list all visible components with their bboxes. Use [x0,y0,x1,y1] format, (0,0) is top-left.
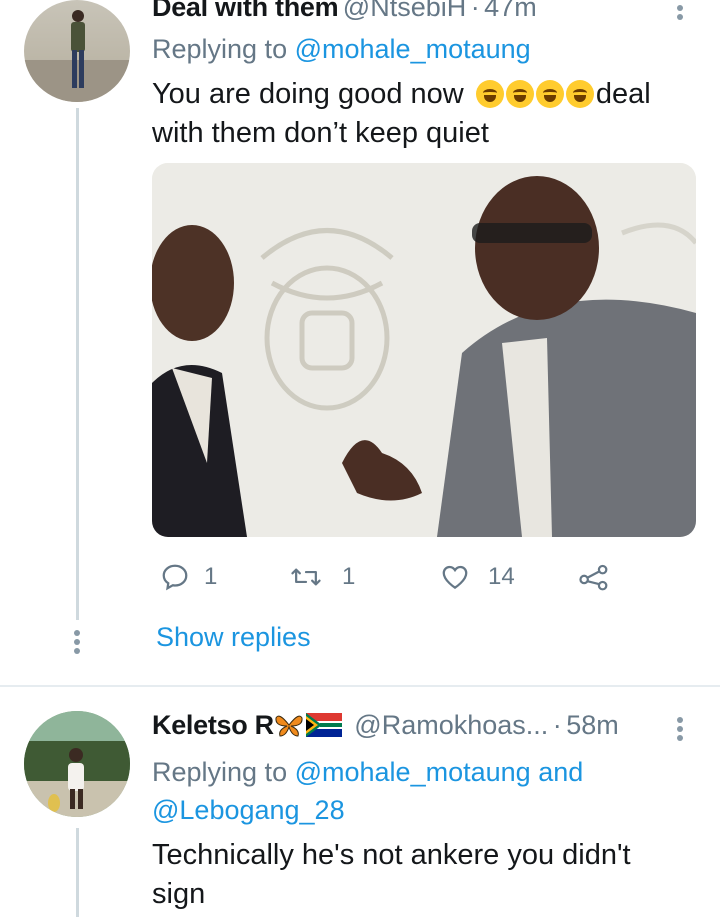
replying-prefix: Replying to [152,34,288,64]
timestamp[interactable]: 58m [566,710,619,740]
tweet-text-part2: deal [595,78,651,110]
timestamp[interactable]: 47m [484,0,537,22]
retweet-button[interactable]: 1 [290,562,355,592]
replying-prefix: Replying to [152,757,288,787]
display-name[interactable]: Keletso R [152,710,274,740]
thread-line [76,108,79,620]
butterfly-emoji-icon [275,715,303,737]
reply-button[interactable]: 1 [160,562,217,592]
tweet-media-image[interactable] [152,163,696,537]
more-options-icon[interactable] [676,714,684,744]
display-name[interactable]: Deal with them [152,0,339,22]
reply-count: 1 [204,563,218,590]
separator: · [470,0,480,22]
retweet-icon [291,568,321,586]
more-options-icon[interactable] [676,2,684,23]
avatar[interactable] [24,711,130,817]
avatar[interactable] [24,0,130,102]
heart-icon [442,565,468,589]
tweet-text: You are doing good now deal with them do… [152,75,651,153]
handle[interactable]: @NtsebiH [343,0,466,22]
south-africa-flag-icon [305,713,342,737]
replying-to: Replying to @mohale_motaung and @Lebogan… [152,753,692,829]
mention-link[interactable]: @Lebogang_28 [152,795,345,825]
tweet-header: Keletso R @Ramokhoas... · 58m [152,710,619,741]
divider [0,685,720,687]
tweet-text: Technically he's not ankere you didn't s… [152,836,631,914]
like-count: 14 [488,563,515,590]
emoji-rofl-icon [475,78,596,110]
separator: · [552,710,562,740]
retweet-count: 1 [342,563,356,590]
thread-line [76,828,79,917]
tweet-text-line2: with them don’t keep quiet [152,117,489,149]
replying-to: Replying to @mohale_motaung [152,34,531,65]
share-icon [579,564,608,591]
tweet-text-line2: sign [152,878,206,910]
like-button[interactable]: 14 [440,562,515,592]
tweet-header: Deal with them @NtsebiH · 47m [152,0,537,23]
share-button[interactable] [578,562,610,592]
tweet-text-part1: You are doing good now [152,78,464,110]
thread-continuation-dots [73,627,81,657]
show-replies-link[interactable]: Show replies [156,622,311,653]
replying-and: and [538,757,584,787]
tweet-text-line1: Technically he's not ankere you didn't [152,839,631,871]
mention-link[interactable]: @mohale_motaung [295,757,531,787]
handle[interactable]: @Ramokhoas... [354,710,548,740]
reply-icon [162,564,188,591]
mention-link[interactable]: @mohale_motaung [295,34,531,64]
